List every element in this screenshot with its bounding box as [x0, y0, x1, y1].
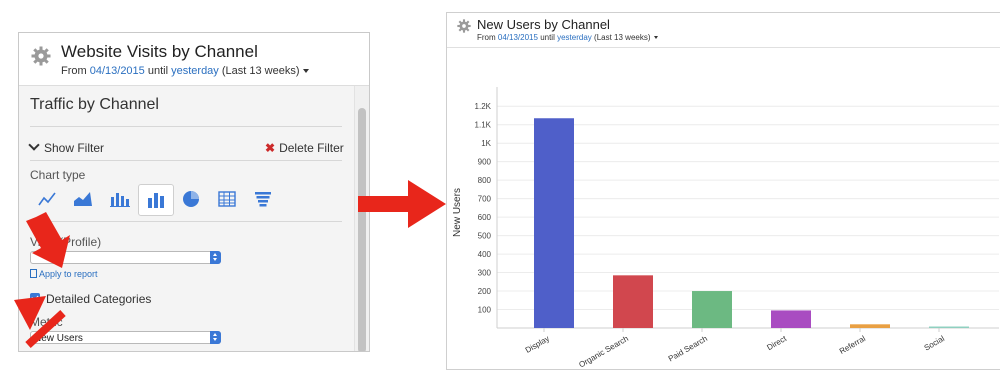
date-range-label: (Last 13 weeks): [221, 65, 300, 77]
gear-icon[interactable]: [31, 46, 51, 66]
y-tick-label: 300: [478, 269, 492, 278]
bar: [613, 275, 653, 328]
x-tick-label: Referral: [838, 334, 867, 356]
bar: [692, 291, 732, 328]
y-tick-label: 400: [478, 250, 492, 259]
x-tick-label: Display: [524, 334, 551, 355]
apply-to-report-label: Apply to report: [39, 269, 98, 279]
bar: [850, 324, 890, 328]
end-date-link[interactable]: yesterday: [171, 65, 219, 77]
bar: [929, 326, 969, 328]
x-tick-label: Organic Search: [577, 334, 630, 369]
line-chart-icon[interactable]: [30, 184, 64, 214]
delete-filter-label: Delete Filter: [279, 141, 344, 155]
new-users-widget: New Users by Channel From 04/13/2015 unt…: [446, 12, 1000, 370]
scrollbar-thumb[interactable]: [358, 108, 366, 351]
settings-title: Traffic by Channel: [30, 96, 159, 113]
bar-chart-icon[interactable]: [138, 184, 174, 216]
chevron-down-icon[interactable]: [302, 69, 309, 74]
date-until: until: [147, 65, 169, 77]
funnel-chart-icon[interactable]: [246, 184, 280, 214]
scrollbar[interactable]: [354, 86, 369, 351]
view-profile-label: View (Profile): [30, 235, 102, 249]
website-visits-widget: Website Visits by Channel From 04/13/201…: [18, 32, 370, 352]
delete-filter-button[interactable]: ✖ Delete Filter: [265, 141, 344, 155]
pie-chart-icon[interactable]: [174, 184, 208, 214]
new-users-bar-chart: 100 200 300 400 500 600 700 800 900 1K 1.1K 1.2K New…: [452, 87, 999, 369]
x-tick-label: Social: [923, 334, 947, 353]
metric-label: Metric: [30, 315, 63, 329]
date-prefix: From: [61, 65, 87, 77]
show-filter-label: Show Filter: [44, 141, 105, 155]
y-tick-label: 700: [478, 195, 492, 204]
area-chart-icon[interactable]: [66, 184, 100, 214]
stacked-bar-chart-icon[interactable]: [102, 184, 136, 214]
chevron-down-icon: [28, 139, 40, 151]
detailed-categories-label: Detailed Categories: [46, 292, 152, 306]
divider: [30, 221, 342, 222]
date-range-selector[interactable]: From 04/13/2015 until yesterday (Last 13…: [61, 65, 309, 77]
select-arrows-icon: [210, 251, 221, 264]
document-icon: [30, 269, 37, 278]
y-tick-label: 600: [478, 213, 492, 222]
y-tick-label: 500: [478, 232, 492, 241]
x-tick-label: Direct: [765, 334, 788, 353]
y-tick-label: 200: [478, 287, 492, 296]
y-tick-label: 1.1K: [475, 121, 492, 130]
x-tick-label: Paid Search: [667, 334, 709, 364]
detailed-categories-checkbox[interactable]: [30, 293, 40, 303]
widget-title: Website Visits by Channel: [61, 42, 258, 61]
divider: [30, 126, 342, 127]
show-filter-toggle[interactable]: Show Filter: [28, 139, 105, 155]
y-tick-label: 100: [478, 306, 492, 315]
metric-value: New Users: [34, 333, 83, 344]
metric-select[interactable]: New Users: [30, 331, 221, 344]
divider: [30, 160, 342, 161]
chart-type-label: Chart type: [30, 168, 86, 182]
close-icon: ✖: [265, 141, 276, 155]
select-arrows-icon: [210, 331, 221, 344]
bar: [771, 310, 811, 328]
right-arrow-icon: [358, 180, 446, 228]
bar: [534, 118, 574, 328]
y-axis-label: New Users: [452, 188, 463, 237]
y-tick-label: 1K: [481, 139, 491, 148]
apply-to-report-link[interactable]: Apply to report: [30, 269, 98, 279]
y-tick-label: 1.2K: [475, 102, 492, 111]
start-date-link[interactable]: 04/13/2015: [90, 65, 145, 77]
view-profile-select[interactable]: [30, 251, 221, 264]
y-tick-label: 900: [478, 158, 492, 167]
y-tick-label: 800: [478, 176, 492, 185]
widget-header: Website Visits by Channel From 04/13/201…: [19, 33, 369, 86]
table-icon[interactable]: [210, 184, 244, 214]
widget-settings-panel: Traffic by Channel Show Filter ✖ Delete F…: [19, 86, 369, 351]
